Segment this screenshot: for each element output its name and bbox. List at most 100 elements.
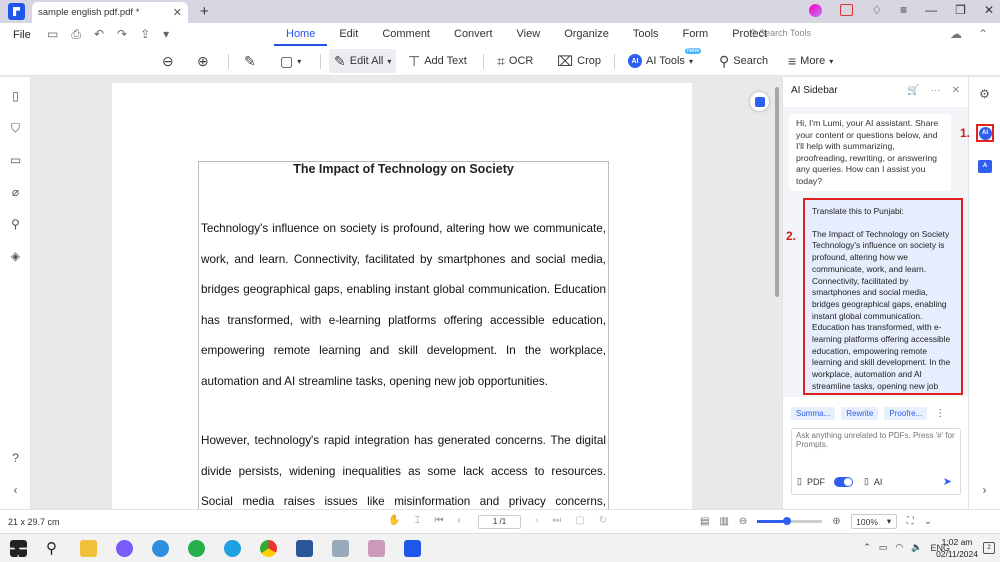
tab-organize[interactable]: Organize: [552, 23, 621, 46]
fit-page-icon[interactable]: ▢: [575, 515, 584, 526]
zoom-slider[interactable]: [757, 517, 823, 525]
proofread-chip[interactable]: Proofre...: [884, 407, 928, 420]
search-icon[interactable]: ⚲: [9, 218, 22, 231]
chrome-icon[interactable]: [260, 540, 277, 557]
document-viewer[interactable]: The Impact of Technology on Society Tech…: [31, 77, 782, 509]
close-icon[interactable]: ✕: [952, 85, 960, 96]
tab-convert[interactable]: Convert: [442, 23, 505, 46]
restore-icon[interactable]: ❐: [955, 3, 966, 17]
properties-sliders-icon[interactable]: ⚙: [978, 88, 991, 101]
wifi-icon[interactable]: ◠: [895, 542, 903, 553]
zoom-in-button[interactable]: ⊕: [197, 49, 209, 73]
zoom-select[interactable]: 100% ▾: [850, 514, 897, 529]
chevron-up-icon[interactable]: ⌃: [863, 542, 871, 553]
bookmark-icon[interactable]: ⛉: [9, 122, 22, 135]
search-icon[interactable]: ⚲: [46, 540, 63, 557]
hand-tool-icon[interactable]: ✋: [388, 515, 400, 526]
page-layout-icon[interactable]: ▤: [700, 516, 709, 527]
vertical-scrollbar[interactable]: [775, 87, 779, 297]
more-button[interactable]: ≡ More ▾: [788, 49, 833, 73]
rotate-icon[interactable]: ↻: [599, 515, 607, 526]
pdf-page[interactable]: The Impact of Technology on Society Tech…: [112, 83, 692, 509]
view-mode-icon[interactable]: ▥: [719, 516, 728, 527]
zoom-out-icon[interactable]: ⊖: [739, 516, 747, 527]
last-page-icon[interactable]: ⏭: [552, 515, 561, 526]
volume-icon[interactable]: 🔈: [911, 542, 922, 553]
app-icon[interactable]: [332, 540, 349, 557]
ai-prompt-input[interactable]: [796, 431, 956, 463]
first-page-icon[interactable]: ⏮: [434, 515, 443, 526]
layers-icon[interactable]: ◈: [9, 250, 22, 263]
share-icon[interactable]: ⇪: [140, 27, 150, 42]
rewrite-chip[interactable]: Rewrite: [841, 407, 879, 420]
windows-start-icon[interactable]: [10, 540, 27, 557]
search-tools-input[interactable]: ⚲ Search Tools: [750, 28, 811, 39]
dropdown-icon[interactable]: ▾: [163, 27, 169, 42]
add-text-button[interactable]: ⊤ Add Text: [408, 49, 467, 73]
messenger-icon[interactable]: [116, 540, 133, 557]
tab-home[interactable]: Home: [274, 23, 328, 46]
tab-form[interactable]: Form: [671, 23, 721, 46]
print-icon[interactable]: ⎙: [71, 27, 81, 42]
translate-icon[interactable]: A: [978, 160, 992, 173]
skype-icon[interactable]: [224, 540, 241, 557]
tab-tools[interactable]: Tools: [621, 23, 671, 46]
close-tab-icon[interactable]: ✕: [173, 6, 182, 19]
close-window-icon[interactable]: ✕: [984, 3, 994, 17]
tab-edit[interactable]: Edit: [327, 23, 370, 46]
battery-icon[interactable]: ▭: [879, 542, 888, 553]
page-thumbnail-icon[interactable]: ▯: [9, 90, 22, 103]
zoom-slider-knob[interactable]: [782, 517, 791, 525]
ocr-button[interactable]: ⌗ OCR: [497, 49, 533, 73]
collapse-ribbon-icon[interactable]: ⌃: [978, 27, 988, 41]
telegram-icon[interactable]: [152, 540, 169, 557]
zoom-in-icon[interactable]: ⊕: [832, 516, 840, 527]
redo-icon[interactable]: ↷: [117, 27, 127, 42]
shape-button[interactable]: ▢ ▾: [280, 49, 301, 73]
help-icon[interactable]: ?: [9, 452, 22, 465]
more-chips-icon[interactable]: ⋮: [935, 408, 945, 419]
file-explorer-icon[interactable]: [80, 540, 97, 557]
send-icon[interactable]: ➤: [943, 475, 952, 488]
file-menu[interactable]: File: [13, 29, 47, 41]
search-button[interactable]: ⚲ Search: [719, 49, 768, 73]
clock[interactable]: 1:02 am 02/11/2024: [936, 536, 978, 560]
chevron-left-icon[interactable]: ‹: [9, 484, 22, 497]
page-indicator[interactable]: 1 /1: [478, 515, 521, 529]
edit-all-button[interactable]: ✎ Edit All ▾: [329, 49, 397, 73]
attachment-icon[interactable]: ⌀: [9, 186, 22, 199]
whatsapp-icon[interactable]: [188, 540, 205, 557]
bell-icon[interactable]: ♢: [871, 3, 882, 17]
translate-float-button[interactable]: [750, 92, 769, 111]
minimize-icon[interactable]: —: [925, 3, 937, 17]
pdf-ai-toggle[interactable]: [833, 476, 853, 487]
next-page-icon[interactable]: ›: [535, 515, 538, 526]
ai-sidebar-toggle[interactable]: AI: [976, 124, 994, 142]
tab-comment[interactable]: Comment: [370, 23, 442, 46]
text-block[interactable]: The Impact of Technology on Society Tech…: [198, 161, 609, 509]
pdfelement-taskbar-icon[interactable]: [404, 540, 421, 557]
cart-icon[interactable]: 🛒: [907, 85, 919, 96]
undo-icon[interactable]: ↶: [94, 27, 104, 42]
app-icon[interactable]: [368, 540, 385, 557]
more-options-icon[interactable]: ···: [931, 85, 941, 96]
fullscreen-icon[interactable]: ⛶: [907, 516, 914, 527]
ai-tools-button[interactable]: AI AI Tools ▾: [628, 49, 693, 73]
save-icon[interactable]: ▭: [47, 27, 58, 42]
hamburger-icon[interactable]: ≡: [900, 3, 907, 17]
new-tab-icon[interactable]: +: [200, 3, 209, 20]
crop-button[interactable]: ⌧ Crop: [557, 49, 601, 73]
profile-avatar[interactable]: [809, 3, 823, 17]
highlight-button[interactable]: ✎: [244, 49, 256, 73]
chevron-right-icon[interactable]: ›: [978, 484, 991, 497]
word-icon[interactable]: [296, 540, 313, 557]
comment-icon[interactable]: ▭: [9, 154, 22, 167]
prev-page-icon[interactable]: ‹: [457, 515, 460, 526]
document-tab[interactable]: sample english pdf.pdf * ✕: [32, 2, 188, 23]
collapse-icon[interactable]: ⌄: [924, 516, 932, 527]
summarize-chip[interactable]: Summa...: [791, 407, 836, 420]
select-tool-icon[interactable]: ⌶: [414, 515, 420, 526]
tab-view[interactable]: View: [505, 23, 553, 46]
notifications-icon[interactable]: 2: [983, 542, 995, 554]
zoom-out-button[interactable]: ⊖: [162, 49, 174, 73]
